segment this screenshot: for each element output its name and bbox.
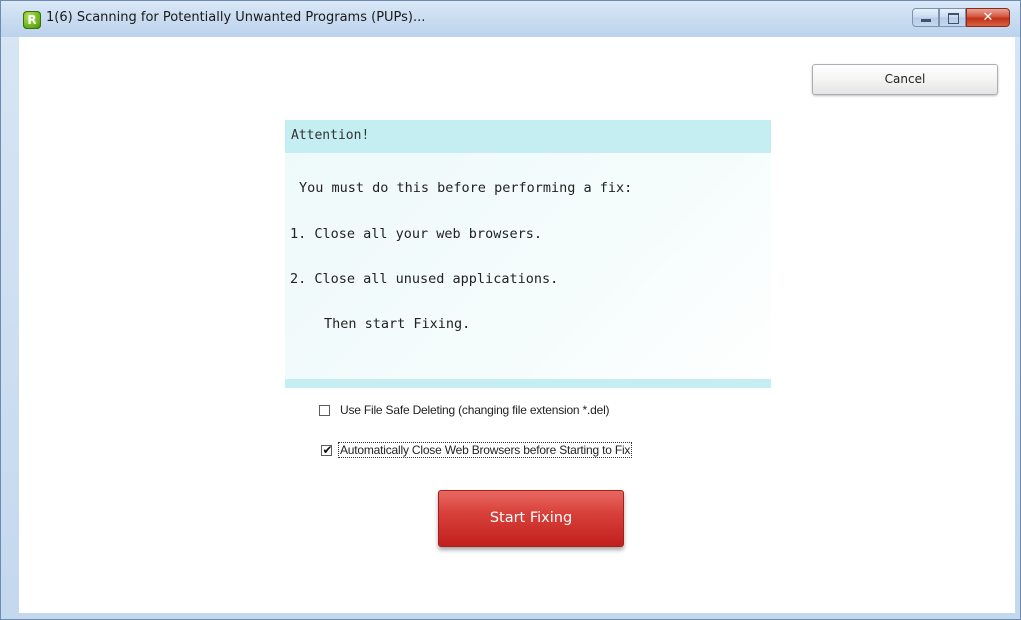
window-controls: ✕ (912, 8, 1010, 28)
app-logo-icon: R (23, 11, 41, 29)
cancel-button[interactable]: Cancel (812, 64, 998, 95)
safe-delete-checkbox[interactable] (319, 404, 330, 416)
close-icon: ✕ (982, 10, 994, 25)
attention-panel: Attention! You must do this before perfo… (285, 120, 771, 388)
attention-outro: Then start Fixing. (324, 316, 471, 332)
attention-step-2: 2. Close all unused applications. (290, 271, 559, 287)
safe-delete-option[interactable]: Use File Safe Deleting (changing file ex… (319, 401, 610, 419)
title-bar[interactable]: R 1(6) Scanning for Potentially Unwanted… (1, 1, 1020, 37)
auto-close-browsers-label[interactable]: Automatically Close Web Browsers before … (337, 442, 633, 458)
auto-close-browsers-option[interactable]: ✔ Automatically Close Web Browsers befor… (321, 441, 633, 459)
maximize-button[interactable] (939, 8, 966, 27)
checkmark-icon: ✔ (322, 442, 333, 457)
attention-intro: You must do this before performing a fix… (299, 180, 633, 196)
auto-close-browsers-checkbox[interactable]: ✔ (321, 442, 333, 457)
minimize-icon (921, 19, 931, 22)
window-title: 1(6) Scanning for Potentially Unwanted P… (46, 10, 426, 25)
attention-header: Attention! (285, 120, 771, 153)
minimize-button[interactable] (912, 8, 939, 27)
attention-footer (285, 379, 771, 388)
start-fixing-button[interactable]: Start Fixing (438, 490, 624, 547)
attention-step-1: 1. Close all your web browsers. (290, 226, 542, 242)
close-button[interactable]: ✕ (966, 8, 1010, 27)
safe-delete-label[interactable]: Use File Safe Deleting (changing file ex… (340, 403, 610, 417)
maximize-icon (948, 13, 959, 24)
attention-title: Attention! (291, 128, 370, 143)
content-area: Cancel Attention! You must do this befor… (19, 37, 1015, 613)
app-window: R 1(6) Scanning for Potentially Unwanted… (0, 0, 1021, 620)
